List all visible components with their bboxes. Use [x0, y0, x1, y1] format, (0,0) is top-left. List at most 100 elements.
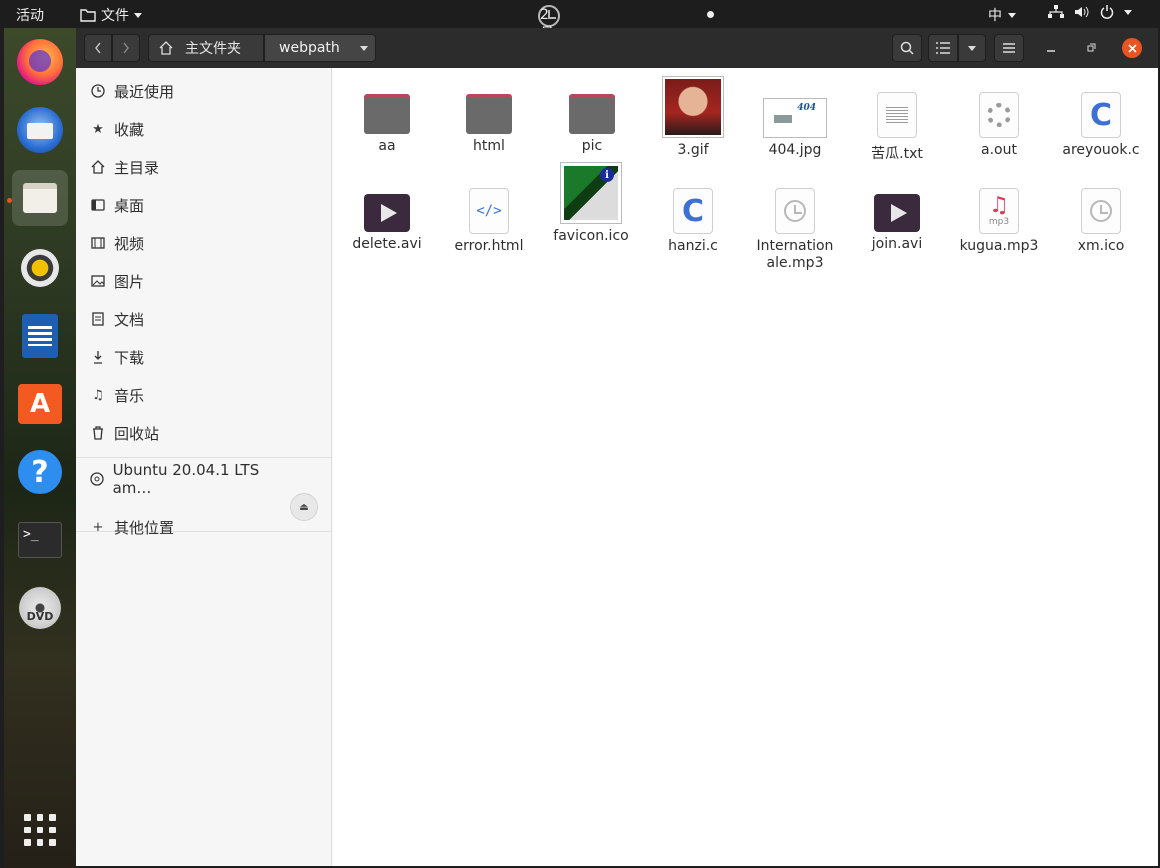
top-bar: 活动 文件 2月5日 星期五，20：51 中 — [0, 0, 1160, 175]
download-icon — [90, 349, 106, 365]
file-name: join.avi — [871, 236, 923, 252]
file-item-internationale-mp3[interactable]: Internation ale.mp3 — [745, 164, 845, 272]
volume-icon — [1075, 6, 1089, 18]
sidebar-item-drive[interactable]: Ubuntu 20.04.1 LTS am… — [76, 461, 286, 497]
sidebar-item-label: 图片 — [114, 272, 145, 291]
sidebar-item-label: 其他位置 — [114, 518, 175, 537]
breadcrumb-current[interactable]: webpath — [264, 34, 376, 62]
file-item-a-out[interactable]: a.out — [949, 68, 1049, 159]
sidebar-item-recent[interactable]: 最近使用 — [76, 73, 332, 109]
menu-button[interactable] — [994, 34, 1024, 62]
sidebar-item-downloads[interactable]: 下载 — [76, 339, 332, 375]
sidebar-item-trash[interactable]: 回收站 — [76, 415, 332, 451]
dock-terminal[interactable]: >_ — [12, 512, 68, 568]
files-window: 主文件夹 webpath 最近使用 ★ 收藏 主目录 桌面 视频 图片 文档 下… — [76, 28, 1158, 866]
image-thumbnail — [662, 76, 724, 138]
file-item-404-jpg[interactable]: 404 404.jpg — [745, 68, 845, 159]
sidebar-item-music[interactable]: ♫ 音乐 — [76, 377, 332, 413]
file-item-html[interactable]: html — [439, 68, 539, 155]
view-options-button[interactable] — [958, 34, 986, 62]
activities-button[interactable]: 活动 — [16, 5, 44, 25]
files-icon — [23, 183, 57, 213]
sidebar-item-label: 最近使用 — [114, 82, 175, 101]
file-item-join-avi[interactable]: join.avi — [847, 164, 947, 253]
file-name: a.out — [981, 142, 1017, 158]
software-center-icon: A — [18, 384, 62, 424]
c-source-icon: C — [673, 188, 713, 234]
dock-help[interactable]: ? — [12, 444, 68, 500]
audio-file-icon: ♫ mp3 — [979, 188, 1019, 234]
image-thumbnail: i — [560, 162, 622, 224]
trash-icon — [90, 425, 106, 441]
file-item-delete-avi[interactable]: delete.avi — [337, 164, 437, 253]
dock-thunderbird[interactable] — [12, 102, 68, 158]
file-name: xm.ico — [1077, 238, 1125, 254]
app-menu[interactable]: 文件 — [80, 5, 142, 25]
folder-icon — [466, 94, 512, 134]
file-grid: aa html pic 3.gif 404 404.jpg 苦瓜.txt a.o… — [333, 68, 1158, 866]
sidebar-item-other-locations[interactable]: + 其他位置 — [76, 509, 332, 545]
file-item-xm-ico[interactable]: xm.ico — [1051, 164, 1151, 255]
sidebar-item-label: 主目录 — [114, 158, 160, 177]
chevron-down-icon — [359, 45, 368, 51]
dock-writer[interactable] — [12, 308, 68, 364]
sidebar-item-label: Ubuntu 20.04.1 LTS am… — [112, 461, 260, 497]
file-name: Internation ale.mp3 — [745, 238, 845, 272]
close-button[interactable] — [1122, 38, 1142, 58]
file-name: aa — [378, 138, 396, 154]
dock-rhythmbox[interactable] — [12, 240, 68, 296]
input-method-menu[interactable]: 中 — [988, 5, 1016, 25]
maximize-button[interactable] — [1082, 39, 1100, 57]
file-name: 404.jpg — [768, 142, 822, 158]
file-item-aa[interactable]: aa — [337, 68, 437, 155]
sidebar-item-home[interactable]: 主目录 — [76, 149, 332, 185]
breadcrumb-home[interactable]: 主文件夹 — [148, 34, 264, 62]
search-icon — [900, 41, 914, 55]
input-method-label: 中 — [988, 8, 1002, 24]
dvd-icon: DVD — [19, 587, 61, 629]
file-item-3-gif[interactable]: 3.gif — [643, 68, 743, 159]
file-item-pic[interactable]: pic — [542, 68, 642, 155]
file-name: error.html — [454, 238, 524, 254]
sidebar-item-desktop[interactable]: 桌面 — [76, 187, 332, 223]
folder-icon — [80, 9, 96, 22]
show-apps-icon — [24, 814, 56, 846]
dock-firefox[interactable] — [12, 34, 68, 90]
sidebar-item-starred[interactable]: ★ 收藏 — [76, 111, 332, 147]
file-name: favicon.ico — [553, 228, 629, 244]
sidebar-item-videos[interactable]: 视频 — [76, 225, 332, 261]
view-mode-button[interactable] — [928, 34, 958, 62]
dock-files[interactable] — [12, 170, 68, 226]
sidebar-item-pictures[interactable]: 图片 — [76, 263, 332, 299]
minimize-button[interactable] — [1042, 39, 1060, 57]
sidebar-item-documents[interactable]: 文档 — [76, 301, 332, 337]
thumbnail-text: 404 — [797, 103, 816, 113]
dock-software[interactable]: A — [12, 376, 68, 432]
home-icon — [90, 159, 106, 175]
file-name: 苦瓜.txt — [871, 146, 923, 162]
show-apps-button[interactable] — [12, 802, 68, 858]
file-item-hanzi-c[interactable]: C hanzi.c — [643, 164, 743, 255]
forward-button[interactable] — [112, 34, 140, 62]
thunderbird-icon — [17, 107, 63, 153]
search-button[interactable] — [892, 34, 922, 62]
hamburger-icon — [1003, 43, 1015, 53]
sidebar-item-label: 收藏 — [114, 120, 145, 139]
file-name-line: Internation — [756, 238, 834, 254]
list-view-icon — [936, 42, 950, 54]
file-item-areyouok-c[interactable]: C areyouok.c — [1051, 68, 1151, 159]
back-button[interactable] — [84, 34, 112, 62]
video-icon — [364, 194, 410, 232]
file-item-favicon-ico[interactable]: i favicon.ico — [541, 162, 641, 245]
file-item-kugua-txt[interactable]: 苦瓜.txt — [847, 68, 947, 163]
chevron-down-icon — [968, 45, 976, 51]
dock-dvd[interactable]: DVD — [12, 580, 68, 636]
star-icon: ★ — [92, 121, 104, 137]
clock[interactable]: 2月5日 星期五，20：51 — [538, 5, 572, 175]
breadcrumb-current-label: webpath — [279, 40, 340, 56]
file-item-kugua-mp3[interactable]: ♫ mp3 kugua.mp3 — [949, 164, 1049, 255]
file-item-error-html[interactable]: </> error.html — [439, 164, 539, 255]
file-name: delete.avi — [352, 236, 422, 252]
close-icon — [1127, 43, 1137, 53]
system-tray[interactable] — [1048, 5, 1132, 19]
